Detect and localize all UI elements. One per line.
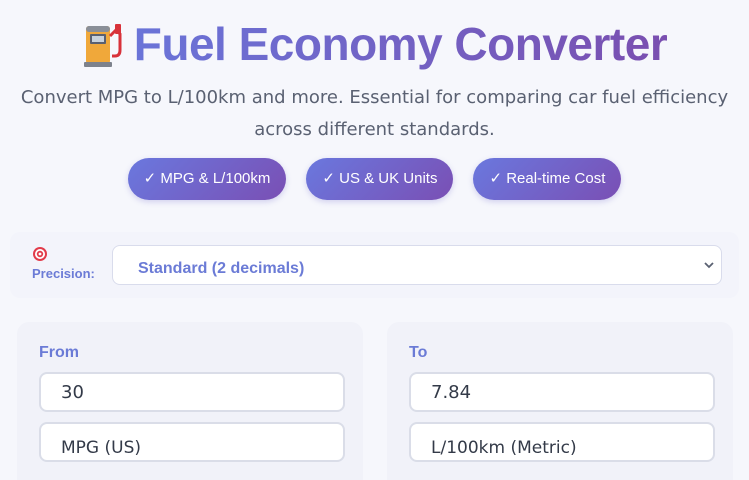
precision-selected-value: Standard (2 decimals): [138, 260, 305, 277]
target-icon: [33, 247, 47, 261]
badge-mpg-l100km: ✓ MPG & L/100km: [127, 158, 287, 200]
to-unit-value: L/100km (Metric): [431, 438, 577, 458]
from-unit-value: MPG (US): [61, 438, 141, 458]
chevron-down-icon: [704, 262, 714, 269]
precision-panel: Precision: Standard (2 decimals): [10, 232, 739, 298]
precision-select[interactable]: Standard (2 decimals): [112, 245, 722, 285]
to-value-input[interactable]: 7.84: [409, 372, 715, 412]
precision-label-group: Precision:: [32, 246, 95, 281]
from-value-input[interactable]: 30: [39, 372, 345, 412]
page-title: Fuel Economy Converter: [134, 14, 668, 74]
to-unit-select[interactable]: L/100km (Metric): [409, 422, 715, 462]
fuel-pump-icon: [83, 24, 122, 67]
badge-real-time-cost: ✓ Real-time Cost: [473, 158, 622, 200]
title-row: Fuel Economy Converter: [0, 14, 749, 74]
feature-badges: ✓ MPG & L/100km ✓ US & UK Units ✓ Real-t…: [0, 158, 749, 200]
to-label: To: [409, 344, 428, 361]
badge-us-uk-units: ✓ US & UK Units: [306, 158, 454, 200]
to-value: 7.84: [431, 381, 472, 403]
from-label: From: [39, 344, 79, 361]
page-subtitle: Convert MPG to L/100km and more. Essenti…: [20, 87, 729, 140]
from-panel: From 30 MPG (US): [17, 322, 363, 480]
to-panel: To 7.84 L/100km (Metric): [387, 322, 733, 480]
from-value: 30: [61, 381, 84, 403]
from-unit-select[interactable]: MPG (US): [39, 422, 345, 462]
precision-label: Precision:: [32, 266, 95, 281]
